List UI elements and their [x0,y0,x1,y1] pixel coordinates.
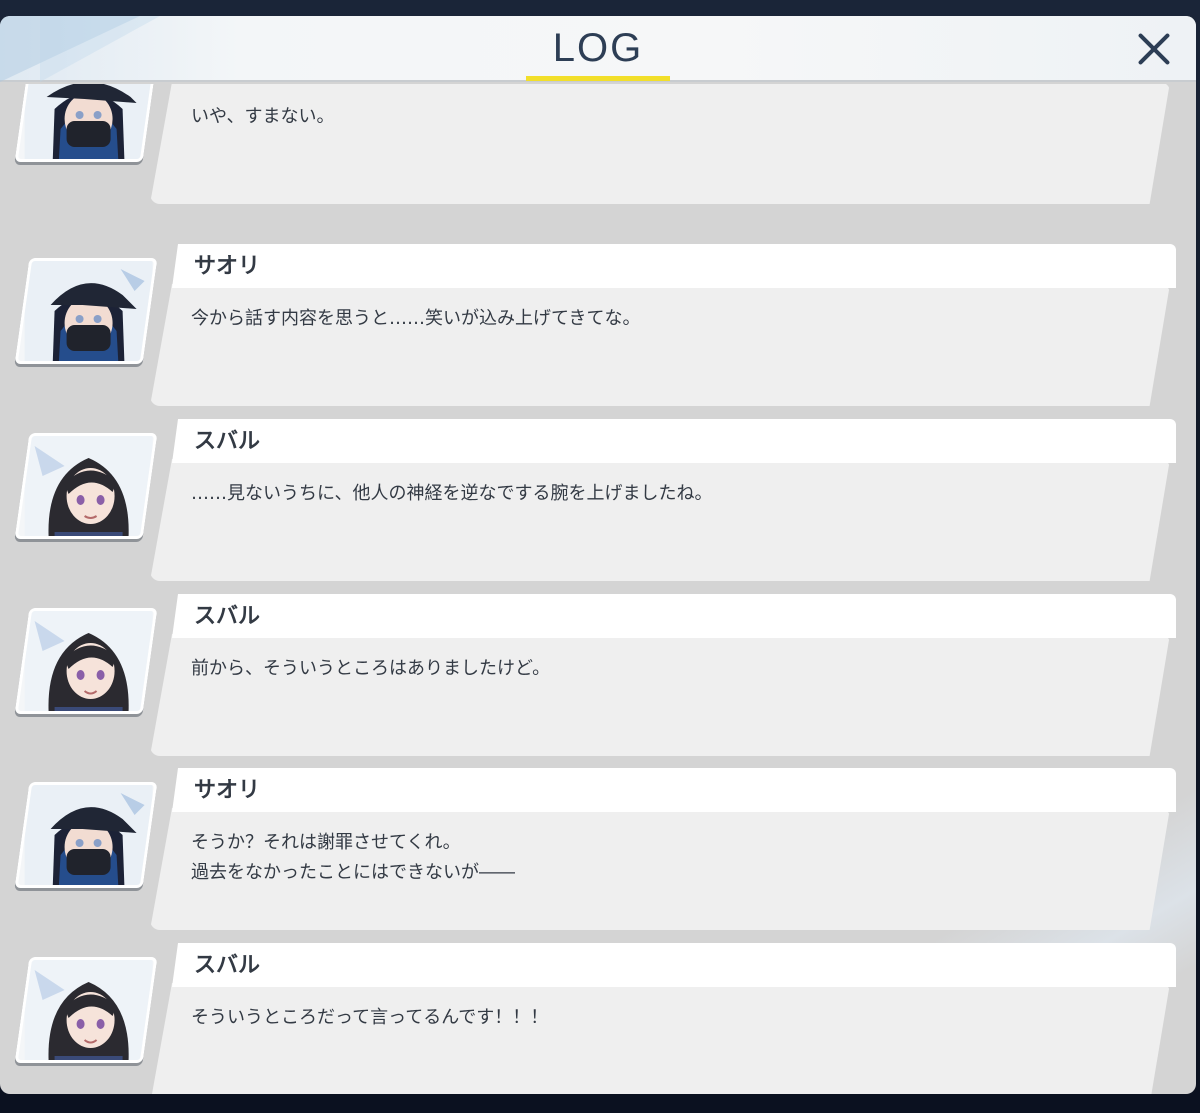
message-text: 今から話す内容を思うと……笑いが込み上げてきてな。 [191,308,641,329]
title-underline [526,76,670,81]
subaru-avatar [14,957,158,1063]
speaker-name-plate [172,943,1176,987]
saori-avatar [14,782,158,888]
subaru-avatar [14,608,158,714]
message-bubble [150,634,1170,756]
message-text: 前から、そういうところはありましたけど。 [191,658,551,679]
log-entries[interactable]: いや、すまない。 サオリ 今から話す内容を思うと……笑いが込み上げてきてな。 ス… [0,84,1196,1094]
message-text: そういうところだって言ってるんです！！！ [191,1007,549,1028]
message-bubble [150,284,1170,406]
message-bubble [150,459,1170,581]
log-header: LOG [0,16,1196,82]
log-title: LOG [552,26,644,70]
log-entry: スバル ……見ないうちに、他人の神経を逆なでする腕を上げましたね。 [0,419,1196,581]
speaker-name: スバル [194,953,261,978]
speaker-name: スバル [194,429,261,454]
close-icon[interactable] [1132,26,1176,70]
message-text: いや、すまない。 [191,106,335,127]
speaker-name-plate [172,244,1176,288]
speaker-name-plate [172,594,1176,638]
saori-avatar [14,84,158,162]
log-panel: LOG いや、すまない。 サオリ 今から話す内容を思うと……笑いが込み上げてきて… [0,16,1196,1094]
speaker-name: スバル [194,604,261,629]
message-bubble [150,983,1170,1094]
message-text: ……見ないうちに、他人の神経を逆なでする腕を上げましたね。 [191,483,713,504]
speaker-name: サオリ [194,254,261,279]
speaker-name-plate [172,419,1176,463]
log-entry: スバル そういうところだって言ってるんです！！！ [0,943,1196,1094]
speaker-name: サオリ [194,778,261,803]
log-entry: サオリ 今から話す内容を思うと……笑いが込み上げてきてな。 [0,244,1196,406]
log-entry: スバル 前から、そういうところはありましたけど。 [0,594,1196,756]
saori-avatar [14,258,158,364]
log-entry: いや、すまない。 [0,84,1196,204]
subaru-avatar [14,433,158,539]
log-entry: サオリ そうか？それは謝罪させてくれ。 過去をなかったことにはできないが―― [0,768,1196,930]
message-text: そうか？それは謝罪させてくれ。 過去をなかったことにはできないが―― [191,832,515,883]
speaker-name-plate [172,768,1176,812]
